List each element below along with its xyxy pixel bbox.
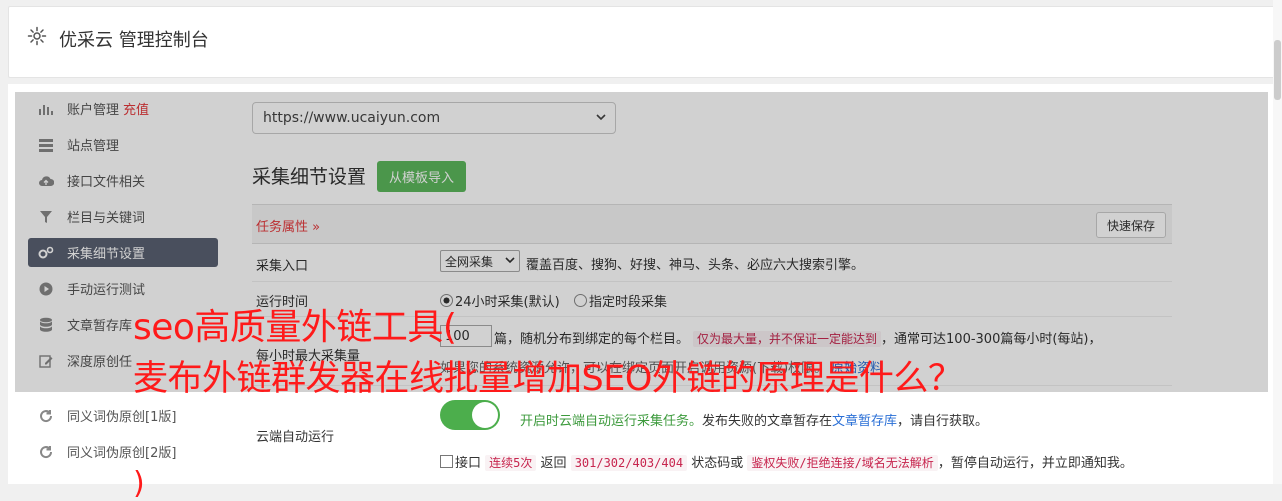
cb-text3: 状态码或 [691, 456, 744, 471]
gear-icon [27, 26, 47, 46]
header-card: 优采云 管理控制台 [8, 6, 1276, 78]
refresh-icon [38, 408, 54, 424]
page-title: 优采云 管理控制台 [59, 30, 209, 51]
cb-text4: ，暂停自动运行，并立即通知我。 [937, 456, 1133, 471]
cloud-text: 发布失败的文章暂存在 [702, 414, 833, 429]
overlay-headline-1: seo高质量外链工具( [133, 307, 457, 348]
cloud-run-toggle[interactable] [440, 400, 500, 430]
cloud-text-tail: ，请自行获取。 [897, 414, 989, 429]
cb-text2: 返回 [540, 456, 567, 471]
cloud-label: 云端自动运行 [256, 430, 335, 445]
pause-checkbox[interactable] [440, 455, 453, 468]
page-scrollbar[interactable] [1273, 0, 1282, 484]
cloud-desc: 开启时云端自动运行采集任务。发布失败的文章暂存在文章暂存库，请自行获取。 [520, 410, 988, 429]
sidebar-item-label: 同义词伪原创[1版] [67, 410, 177, 425]
sidebar-item-synonym-v1[interactable]: 同义词伪原创[1版] [28, 401, 218, 430]
cloud-text-green: 开启时云端自动运行采集任务。 [520, 414, 703, 429]
sidebar-item-label: 同义词伪原创[2版] [67, 446, 177, 461]
overlay-headline-2: 麦布外链群发器在线批量增加SEO外链的原理是什么？ [133, 359, 963, 399]
scrollbar-thumb[interactable] [1274, 40, 1281, 100]
cb-pill2: 301/302/403/404 [570, 455, 688, 471]
cb-text1: 接口 [455, 456, 482, 471]
pause-checkbox-row[interactable]: 接口 连续5次 返回 301/302/403/404 状态码或 鉴权失败/拒绝连… [440, 452, 1133, 471]
article-store-link[interactable]: 文章暂存库 [832, 414, 897, 429]
cb-pill3: 鉴权失败/拒绝连接/域名无法解析 [747, 455, 938, 471]
cb-pill1: 连续5次 [485, 455, 537, 471]
toggle-knob [472, 402, 498, 428]
sidebar-item-synonym-v2[interactable]: 同义词伪原创[2版] [28, 437, 218, 466]
refresh-icon [38, 444, 54, 460]
